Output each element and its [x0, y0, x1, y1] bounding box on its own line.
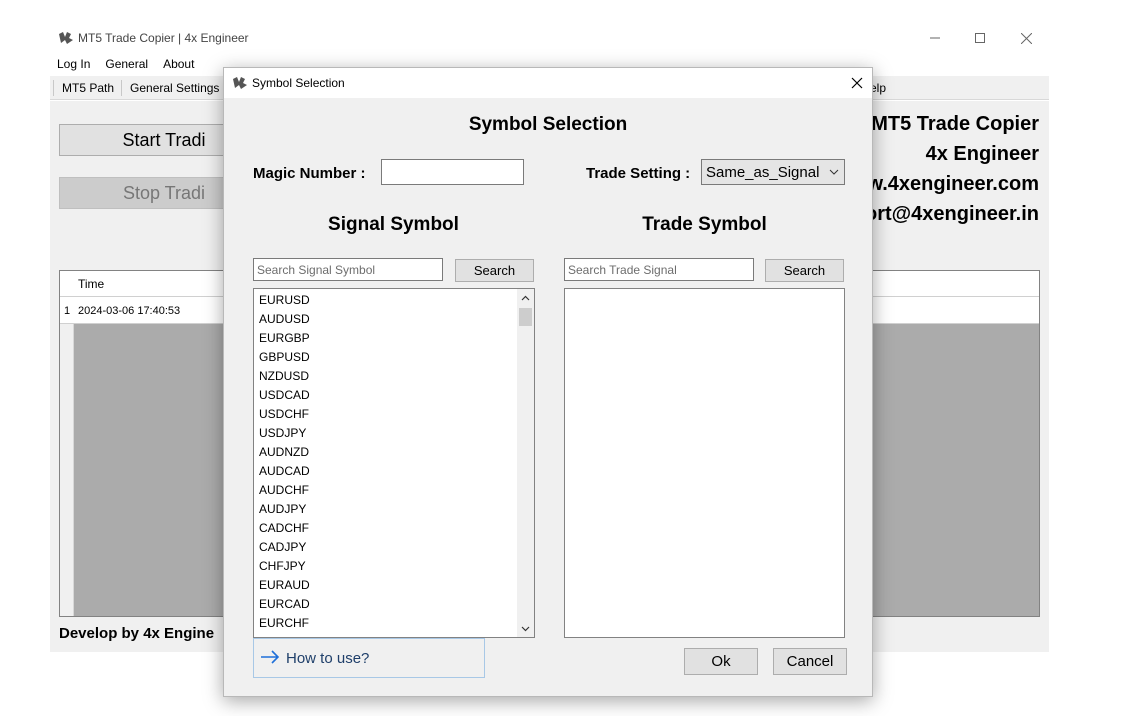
- main-window-title: MT5 Trade Copier | 4x Engineer: [78, 31, 249, 45]
- log-row-number: 1: [64, 305, 71, 317]
- list-item[interactable]: EURCAD: [254, 595, 516, 614]
- trade-setting-label: Trade Setting :: [586, 165, 691, 182]
- dialog-title: Symbol Selection: [252, 76, 345, 90]
- trade-search-input[interactable]: [564, 258, 754, 281]
- magic-number-label: Magic Number :: [253, 165, 366, 182]
- list-item[interactable]: AUDUSD: [254, 310, 516, 329]
- cancel-button[interactable]: Cancel: [773, 648, 847, 675]
- brand-product: MT5 Trade Copier: [871, 113, 1039, 135]
- toolbar-general-settings[interactable]: General Settings: [121, 79, 226, 96]
- list-item[interactable]: EURUSD: [254, 291, 516, 310]
- list-item[interactable]: CADCHF: [254, 519, 516, 538]
- main-close-button[interactable]: [1003, 26, 1049, 50]
- brand-block: MT5 Trade Copier 4x Engineer w.4xenginee…: [865, 109, 1039, 229]
- dialog-heading: Symbol Selection: [468, 114, 628, 135]
- list-item[interactable]: AUDCAD: [254, 462, 516, 481]
- scroll-down-icon[interactable]: [517, 620, 534, 637]
- list-item[interactable]: GBPUSD: [254, 348, 516, 367]
- close-icon: [851, 77, 863, 89]
- dialog-titlebar[interactable]: Symbol Selection: [224, 68, 872, 98]
- trade-setting-value: Same_as_Signal: [706, 163, 820, 181]
- signal-symbol-items: EURUSD AUDUSD EURGBP GBPUSD NZDUSD USDCA…: [254, 289, 516, 637]
- toolbar-mt5-path[interactable]: MT5 Path: [53, 79, 121, 96]
- list-item[interactable]: AUDJPY: [254, 500, 516, 519]
- brand-email: ort@4xengineer.in: [865, 203, 1039, 225]
- main-menubar: Log In General About: [50, 55, 202, 75]
- trade-symbol-heading: Trade Symbol: [642, 214, 767, 235]
- brand-company: 4x Engineer: [925, 143, 1039, 165]
- magic-number-input[interactable]: [381, 159, 524, 185]
- list-item[interactable]: EURAUD: [254, 576, 516, 595]
- list-item[interactable]: USDCAD: [254, 386, 516, 405]
- list-item[interactable]: NZDUSD: [254, 367, 516, 386]
- trade-search-button[interactable]: Search: [765, 259, 844, 282]
- chevron-down-icon: [824, 169, 844, 175]
- menu-log-in[interactable]: Log In: [50, 55, 98, 75]
- main-titlebar[interactable]: MT5 Trade Copier | 4x Engineer: [50, 26, 1050, 50]
- signal-symbol-list[interactable]: EURUSD AUDUSD EURGBP GBPUSD NZDUSD USDCA…: [253, 288, 535, 638]
- signal-list-scrollbar[interactable]: [517, 289, 534, 637]
- dialog-close-button[interactable]: [842, 68, 872, 98]
- list-item[interactable]: USDCHF: [254, 405, 516, 424]
- scroll-up-icon[interactable]: [517, 289, 534, 306]
- list-item[interactable]: AUDCHF: [254, 481, 516, 500]
- list-item[interactable]: AUDNZD: [254, 443, 516, 462]
- signal-search-button[interactable]: Search: [455, 259, 534, 282]
- dialog-logo-icon: [232, 76, 248, 90]
- menu-general[interactable]: General: [98, 55, 156, 75]
- list-item[interactable]: CADJPY: [254, 538, 516, 557]
- list-item[interactable]: CHFJPY: [254, 557, 516, 576]
- signal-search-input[interactable]: [253, 258, 443, 281]
- app-logo-icon: [58, 31, 74, 45]
- trade-setting-dropdown[interactable]: Same_as_Signal: [701, 159, 845, 185]
- how-to-use-label: How to use?: [286, 649, 370, 667]
- arrow-right-icon: [260, 649, 280, 667]
- trade-symbol-list[interactable]: [564, 288, 845, 638]
- log-column-time[interactable]: Time: [78, 277, 104, 291]
- symbol-selection-dialog: Symbol Selection Symbol Selection Magic …: [223, 67, 873, 697]
- brand-website: w.4xengineer.com: [867, 173, 1039, 195]
- how-to-use-link[interactable]: How to use?: [253, 638, 485, 678]
- maximize-button[interactable]: [957, 26, 1003, 50]
- developer-footer: Develop by 4x Engine: [59, 625, 215, 642]
- log-row-time: 2024-03-06 17:40:53: [78, 305, 181, 317]
- ok-button[interactable]: Ok: [684, 648, 758, 675]
- list-item[interactable]: EURCHF: [254, 614, 516, 633]
- list-item[interactable]: EURGBP: [254, 329, 516, 348]
- scroll-thumb[interactable]: [519, 308, 532, 326]
- list-item[interactable]: USDJPY: [254, 424, 516, 443]
- minimize-button[interactable]: [912, 26, 958, 50]
- signal-symbol-heading: Signal Symbol: [328, 214, 459, 235]
- log-row-header-column: [60, 324, 74, 616]
- menu-about[interactable]: About: [156, 55, 202, 75]
